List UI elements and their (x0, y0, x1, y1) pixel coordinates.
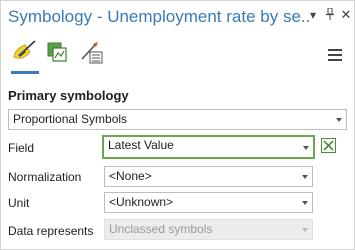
expression-builder-icon[interactable] (321, 138, 336, 153)
pane-title: Symbology - Unemployment rate by se... (8, 7, 310, 26)
primary-symbology-tab[interactable] (12, 39, 38, 67)
data-represents-value: Unclassed symbols (109, 222, 213, 236)
field-value: Latest Value (108, 138, 174, 152)
hamburger-menu-icon[interactable] (328, 49, 342, 61)
brush-options-icon (81, 42, 103, 64)
primary-symbology-dropdown[interactable]: Proportional Symbols (8, 109, 347, 130)
normalization-dropdown[interactable]: <None> (104, 166, 313, 187)
normalization-label: Normalization (8, 170, 82, 184)
symbology-pane: Symbology - Unemployment rate by se... ▾… (0, 0, 355, 250)
chevron-down-icon (302, 201, 308, 205)
vary-symbology-tab[interactable] (45, 39, 71, 67)
normalization-value: <None> (109, 169, 152, 183)
data-represents-dropdown[interactable]: Unclassed symbols (104, 219, 313, 240)
chevron-down-icon (302, 175, 308, 179)
chevron-down-icon[interactable]: ▾ (306, 8, 320, 22)
unit-label: Unit (8, 196, 30, 210)
layers-icon (47, 42, 67, 62)
advanced-symbology-tab[interactable] (79, 39, 105, 67)
pane-titlebar: Symbology - Unemployment rate by se... ▾… (1, 1, 354, 35)
primary-symbology-value: Proportional Symbols (13, 112, 128, 126)
field-label: Field (8, 141, 35, 155)
close-icon[interactable]: ✕ (339, 8, 353, 22)
field-dropdown[interactable]: Latest Value (102, 135, 315, 159)
active-tab-indicator (11, 71, 39, 74)
unit-value: <Unknown> (109, 195, 174, 209)
symbology-tabs (1, 35, 354, 75)
chevron-down-icon (303, 146, 309, 150)
paintbrush-icon (13, 40, 36, 59)
pin-icon[interactable] (323, 7, 337, 22)
chevron-down-icon (302, 228, 308, 232)
chevron-down-icon (336, 118, 342, 122)
unit-dropdown[interactable]: <Unknown> (104, 192, 313, 213)
data-represents-label: Data represents (8, 224, 94, 238)
primary-symbology-label: Primary symbology (8, 88, 129, 103)
